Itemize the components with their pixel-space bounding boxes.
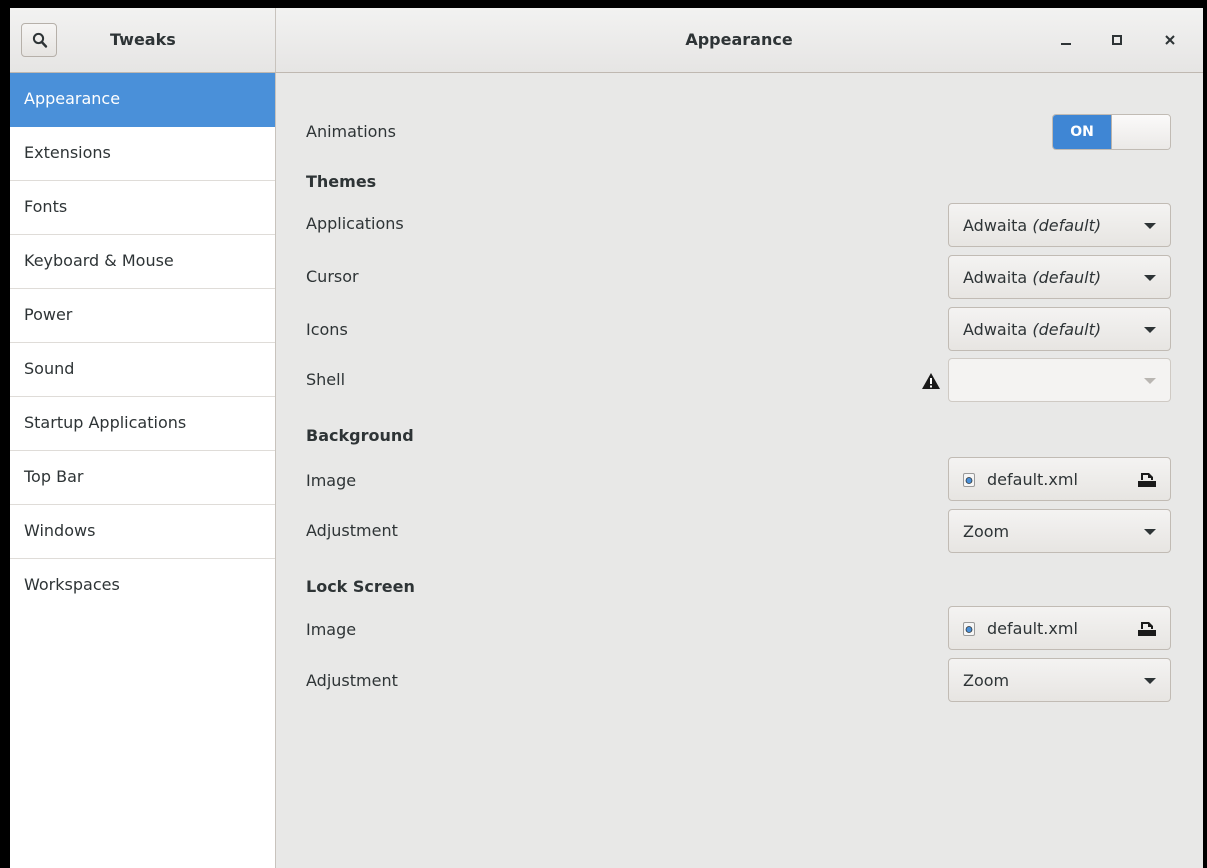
combo-value: Adwaita (default) <box>963 216 1102 235</box>
icons-theme-combo[interactable]: Adwaita (default) <box>948 307 1171 351</box>
lock-screen-heading: Lock Screen <box>306 577 415 596</box>
warning-icon <box>922 373 940 389</box>
document-open-icon <box>1138 622 1156 636</box>
sidebar-item-top-bar[interactable]: Top Bar <box>10 451 275 505</box>
background-image-chooser[interactable]: default.xml <box>948 457 1171 501</box>
background-adjustment-label: Adjustment <box>306 521 398 540</box>
close-button[interactable] <box>1158 28 1182 52</box>
sidebar-item-appearance[interactable]: Appearance <box>10 73 275 127</box>
lock-screen-image-label: Image <box>306 620 357 639</box>
combo-value: Zoom <box>963 522 1010 541</box>
cursor-label: Cursor <box>306 267 359 286</box>
combo-value: Adwaita (default) <box>963 268 1102 287</box>
maximize-icon <box>1112 35 1122 45</box>
cursor-theme-combo[interactable]: Adwaita (default) <box>948 255 1171 299</box>
sidebar-item-power[interactable]: Power <box>10 289 275 343</box>
applications-label: Applications <box>306 214 404 233</box>
file-value: default.xml <box>987 470 1078 489</box>
combo-value: Adwaita (default) <box>963 320 1102 339</box>
sidebar-item-fonts[interactable]: Fonts <box>10 181 275 235</box>
sidebar-item-windows[interactable]: Windows <box>10 505 275 559</box>
close-icon <box>1165 35 1175 45</box>
header-left: Tweaks <box>10 8 276 72</box>
chevron-down-icon <box>1144 529 1156 535</box>
sidebar-item-workspaces[interactable]: Workspaces <box>10 559 275 613</box>
toggle-knob[interactable] <box>1111 115 1170 149</box>
app-title: Tweaks <box>110 30 176 49</box>
tweaks-window: Tweaks Appearance Appearance Extensions … <box>10 8 1203 868</box>
file-icon <box>963 473 975 487</box>
chevron-down-icon <box>1144 223 1156 229</box>
animations-label: Animations <box>306 122 396 141</box>
background-adjustment-combo[interactable]: Zoom <box>948 509 1171 553</box>
sidebar: Appearance Extensions Fonts Keyboard & M… <box>10 73 276 868</box>
file-value: default.xml <box>987 619 1078 638</box>
lock-screen-adjustment-label: Adjustment <box>306 671 398 690</box>
chevron-down-icon <box>1144 275 1156 281</box>
shell-label: Shell <box>306 370 346 389</box>
header-bar: Tweaks Appearance <box>10 8 1203 73</box>
chevron-down-icon <box>1144 327 1156 333</box>
sidebar-item-keyboard-mouse[interactable]: Keyboard & Mouse <box>10 235 275 289</box>
toggle-on-text: ON <box>1053 115 1111 149</box>
shell-theme-combo[interactable] <box>948 358 1171 402</box>
lock-screen-adjustment-combo[interactable]: Zoom <box>948 658 1171 702</box>
minimize-button[interactable] <box>1054 28 1078 52</box>
chevron-down-icon <box>1144 678 1156 684</box>
search-icon <box>32 32 48 48</box>
file-icon <box>963 622 975 636</box>
background-heading: Background <box>306 426 414 445</box>
background-image-label: Image <box>306 471 357 490</box>
themes-heading: Themes <box>306 172 377 191</box>
chevron-down-icon <box>1144 378 1156 384</box>
search-button[interactable] <box>21 23 57 57</box>
lock-screen-image-chooser[interactable]: default.xml <box>948 606 1171 650</box>
sidebar-item-sound[interactable]: Sound <box>10 343 275 397</box>
animations-toggle[interactable]: ON <box>1052 114 1171 150</box>
applications-theme-combo[interactable]: Adwaita (default) <box>948 203 1171 247</box>
minimize-icon <box>1061 43 1071 45</box>
icons-label: Icons <box>306 320 348 339</box>
document-open-icon <box>1138 473 1156 487</box>
sidebar-item-extensions[interactable]: Extensions <box>10 127 275 181</box>
sidebar-item-startup-applications[interactable]: Startup Applications <box>10 397 275 451</box>
maximize-button[interactable] <box>1105 28 1129 52</box>
appearance-panel: Animations ON Themes Applications Adwait… <box>276 73 1203 868</box>
combo-value: Zoom <box>963 671 1010 690</box>
